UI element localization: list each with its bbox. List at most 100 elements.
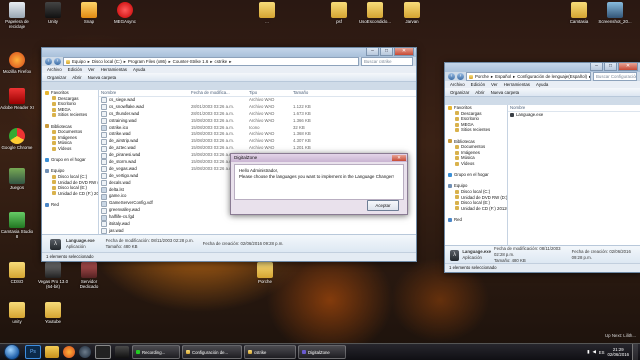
navigation-pane[interactable]: Favoritos Descargas Escritorio MEGA Sitios r… <box>445 105 508 246</box>
desktop-icon[interactable]: Unity <box>36 2 70 24</box>
unity-icon[interactable] <box>95 345 111 359</box>
desktop-icon[interactable]: Juegos <box>0 168 34 190</box>
dialog-title-bar[interactable]: DigitalZone ✕ <box>231 154 407 162</box>
forward-button[interactable]: › <box>54 58 61 65</box>
toolbar-button[interactable]: Nueva carpeta <box>88 75 117 80</box>
taskbar-button[interactable]: cstrike <box>244 345 296 359</box>
desktop-icon[interactable]: Papelera de reciclaje <box>0 2 34 29</box>
desktop-icon[interactable]: MEGAsync <box>108 2 142 24</box>
desktop-icon[interactable]: UsoEscondido... <box>358 2 392 24</box>
minimize-button[interactable]: – <box>366 48 379 56</box>
toolbar-button[interactable]: Abrir <box>72 75 81 80</box>
menu-item[interactable]: Edición <box>68 67 82 72</box>
column-name[interactable]: Nombre <box>508 105 640 111</box>
desktop-icon[interactable]: ... <box>250 2 284 24</box>
file-row[interactable]: de_aztec.wad 15/08/2003 03:26 a.m. Archivo… <box>99 145 416 152</box>
desktop-icon[interactable]: Jarvan <box>395 2 429 24</box>
close-button[interactable]: ✕ <box>618 63 638 71</box>
volume-icon[interactable]: ◀ <box>592 349 595 355</box>
desktop-icon[interactable]: Porche <box>248 262 282 284</box>
file-row[interactable]: halflife-cs.fgd <box>99 214 416 221</box>
start-button[interactable] <box>4 344 20 360</box>
maximize-button[interactable]: □ <box>604 63 617 71</box>
search-input[interactable]: Buscar Configuración de lenguaje <box>593 72 637 81</box>
breadcrumb-item[interactable]: Disco local (C:) <box>92 59 122 64</box>
file-list[interactable]: Nombre Language.exe <box>508 105 640 246</box>
address-bar[interactable]: Porche ▸ Español ▸ Configuración de lenguaje… <box>466 72 591 81</box>
column-header[interactable]: Nombre <box>99 90 189 96</box>
nav-item[interactable]: Red <box>445 217 507 223</box>
menu-item[interactable]: Edición <box>471 82 485 87</box>
network-icon[interactable]: ▮ <box>587 349 589 355</box>
desktop-icon[interactable]: Vegas Pro 13.0 (64-bit) <box>36 262 70 289</box>
file-row[interactable]: cstrike.wad 15/08/2003 03:26 a.m. Archivo … <box>99 131 416 138</box>
column-header[interactable]: Fecha de modifica... <box>189 90 247 96</box>
clock[interactable]: 21:29 02/06/2016 <box>607 347 629 357</box>
desktop-icon[interactable]: Servidor Dedicado <box>72 262 106 289</box>
file-row[interactable]: Language.exe <box>508 112 640 119</box>
desktop-icon[interactable]: Snap <box>72 2 106 24</box>
toolbar-button[interactable]: Organizar <box>450 90 469 95</box>
search-input[interactable]: Buscar cstrike <box>361 57 413 66</box>
file-row[interactable]: itsitaly.wad <box>99 221 416 228</box>
menu-item[interactable]: Ver <box>88 67 95 72</box>
navigation-pane[interactable]: Favoritos Descargas Escritorio MEGA Sitios r… <box>42 90 99 235</box>
address-bar[interactable]: Equipo ▸ Disco local (C:) ▸ Program Files (x… <box>63 57 359 66</box>
vegas-icon[interactable] <box>115 346 129 358</box>
menu-item[interactable]: Archivo <box>47 67 62 72</box>
accept-button[interactable]: Aceptar <box>367 200 399 211</box>
digitalzone-dialog[interactable]: DigitalZone ✕ Hello Administrador, Pleas… <box>230 153 408 215</box>
back-button[interactable]: ‹ <box>45 58 52 65</box>
breadcrumb-item[interactable]: Configuración de lenguaje(Español) <box>517 74 587 79</box>
desktop-icon[interactable]: Screenshot_20... <box>598 2 632 24</box>
desktop-icon[interactable]: Mozilla Firefox <box>0 52 34 74</box>
breadcrumb-item[interactable]: Español <box>495 74 511 79</box>
minimize-button[interactable]: – <box>590 63 603 71</box>
breadcrumb-item[interactable]: Equipo <box>72 59 86 64</box>
file-row[interactable]: cstrike.ico 15/08/2003 03:26 a.m. Icono 32 … <box>99 125 416 132</box>
title-bar[interactable]: – □ ✕ <box>42 48 416 57</box>
desktop-icon[interactable]: CDSO <box>0 262 34 284</box>
file-row[interactable]: cs_siege.wad Archivo WAD <box>99 97 416 104</box>
taskbar-button[interactable]: Configuración de... <box>182 345 242 359</box>
firefox-icon[interactable] <box>63 346 75 358</box>
desktop-icon[interactable]: Camtasia Studio 8 <box>0 212 34 239</box>
steam-icon[interactable] <box>79 346 91 358</box>
toolbar-button[interactable]: Abrir <box>475 90 484 95</box>
menu-item[interactable]: Ayuda <box>536 82 548 87</box>
desktop-icon[interactable]: Youtube <box>36 302 70 324</box>
nav-item[interactable]: Red <box>42 202 98 208</box>
language-indicator[interactable]: ES <box>599 350 605 355</box>
close-button[interactable]: ✕ <box>394 48 414 56</box>
maximize-button[interactable]: □ <box>380 48 393 56</box>
taskbar-button[interactable]: DigitalZone <box>298 345 346 359</box>
column-header[interactable]: Tipo <box>247 90 291 96</box>
back-button[interactable]: ‹ <box>448 73 455 80</box>
dialog-close-button[interactable]: ✕ <box>392 155 406 161</box>
photoshop-icon[interactable]: Ps <box>25 345 41 359</box>
column-headers[interactable]: Nombre Fecha de modifica... Tipo Tamaño <box>99 90 416 97</box>
file-row[interactable]: cs_thunder.wad 28/01/2003 03:26 a.m. Archi… <box>99 111 416 118</box>
show-desktop-button[interactable] <box>632 344 638 360</box>
toolbar-button[interactable]: Nueva carpeta <box>491 90 520 95</box>
desktop-icon[interactable]: Google Chrome <box>0 128 34 150</box>
menu-item[interactable]: Herramientas <box>101 67 127 72</box>
file-row[interactable]: cstraining.wad 15/08/2003 03:26 a.m. Archi… <box>99 118 416 125</box>
desktop-icon[interactable]: Adobe Reader XI <box>0 88 34 110</box>
menu-item[interactable]: Ayuda <box>133 67 145 72</box>
desktop-icon[interactable]: psf <box>322 2 356 24</box>
menu-item[interactable]: Herramientas <box>504 82 530 87</box>
explorer-window-language[interactable]: – □ ✕ ‹ › Porche ▸ Español ▸ Configuración d… <box>444 62 640 273</box>
breadcrumb-item[interactable]: Counter-Strike 1.6 <box>173 59 209 64</box>
forward-button[interactable]: › <box>457 73 464 80</box>
breadcrumb-item[interactable]: cstrike <box>215 59 228 64</box>
explorer-icon[interactable] <box>45 346 59 358</box>
menu-item[interactable]: Archivo <box>450 82 465 87</box>
column-header[interactable]: Tamaño <box>291 90 323 96</box>
desktop-icon[interactable]: Camtasia <box>562 2 596 24</box>
toolbar-button[interactable]: Organizar <box>47 75 66 80</box>
file-row[interactable]: cs_snowflake.wad 28/01/2003 03:26 a.m. Arc… <box>99 104 416 111</box>
file-row[interactable]: de_airstrip.wad 15/08/2003 03:26 a.m. Arch… <box>99 138 416 145</box>
menu-item[interactable]: Ver <box>491 82 498 87</box>
breadcrumb-item[interactable]: Porche <box>475 74 489 79</box>
